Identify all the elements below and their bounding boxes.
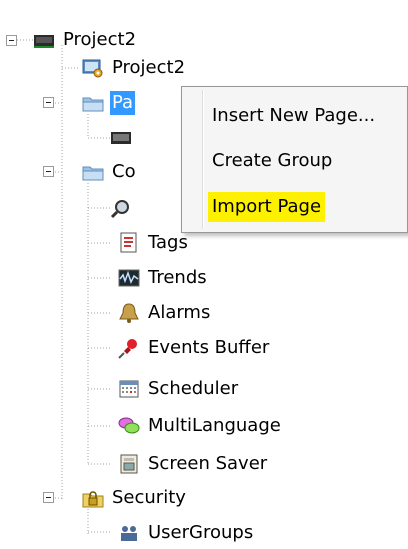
menu-item-insert-new-page[interactable]: Insert New Page... <box>208 101 379 131</box>
collapse-pages-toggle[interactable] <box>43 97 54 108</box>
collapse-config-toggle[interactable] <box>43 166 54 177</box>
trends-graph-icon <box>118 267 140 289</box>
tree-node-search[interactable] <box>110 194 138 222</box>
tree-node-config[interactable]: Co <box>82 158 138 186</box>
tree-node-label: Project2 <box>63 29 137 50</box>
magnifier-gear-icon <box>110 197 132 219</box>
collapse-security-toggle[interactable] <box>43 492 54 503</box>
folder-icon <box>82 161 104 183</box>
security-folder-icon <box>82 487 104 509</box>
tree-node-label: Trends <box>148 267 207 288</box>
tree-node-label: Project2 <box>112 57 186 78</box>
alarm-bell-icon <box>118 302 140 324</box>
tree-node-multilanguage[interactable]: MultiLanguage <box>118 412 283 440</box>
tree-node-pages[interactable]: Pa <box>82 89 136 117</box>
tree-node-user-groups[interactable]: UserGroups <box>118 519 255 547</box>
collapse-root-toggle[interactable] <box>6 35 17 46</box>
project-settings-icon <box>82 57 104 79</box>
tree-node-project-settings[interactable]: Project2 <box>82 54 187 82</box>
tree-node-label: Security <box>112 487 186 508</box>
tree-node-label: Screen Saver <box>148 453 268 474</box>
tree-node-label: Pa <box>110 91 136 115</box>
screen-saver-icon <box>118 453 140 475</box>
tree-node-security[interactable]: Security <box>82 484 188 512</box>
tree-node-root[interactable]: Project2 <box>33 26 138 54</box>
tree-node-label: Alarms <box>148 302 211 323</box>
tags-document-icon <box>118 232 140 254</box>
menu-gutter-divider <box>202 90 204 229</box>
tree-node-trends[interactable]: Trends <box>118 264 209 292</box>
menu-item-create-group[interactable]: Create Group <box>208 146 336 176</box>
screen-page-icon <box>110 127 132 149</box>
tree-node-page[interactable] <box>110 124 138 152</box>
project-tree: Project2 Project2 Pa Co Tags Trends Alar… <box>0 0 408 543</box>
tree-node-label: MultiLanguage <box>148 415 281 436</box>
folder-icon <box>82 92 104 114</box>
calendar-icon <box>118 378 140 400</box>
monitor-icon <box>33 29 55 51</box>
tree-node-alarms[interactable]: Alarms <box>118 299 212 327</box>
tree-node-screen-saver[interactable]: Screen Saver <box>118 450 269 478</box>
context-menu: Insert New Page... Create Group Import P… <box>181 86 408 233</box>
tree-node-label: Events Buffer <box>148 337 270 358</box>
menu-item-import-page[interactable]: Import Page <box>208 192 326 222</box>
tree-node-scheduler[interactable]: Scheduler <box>118 375 240 403</box>
tree-node-label: Tags <box>148 232 188 253</box>
speech-bubbles-icon <box>118 415 140 437</box>
tree-node-label: Scheduler <box>148 378 239 399</box>
pushpin-icon <box>118 337 140 359</box>
user-groups-icon <box>118 522 140 544</box>
tree-node-events-buffer[interactable]: Events Buffer <box>118 334 271 362</box>
tree-node-label: Co <box>112 161 136 182</box>
tree-node-tags[interactable]: Tags <box>118 229 190 257</box>
tree-node-label: UserGroups <box>148 522 254 543</box>
